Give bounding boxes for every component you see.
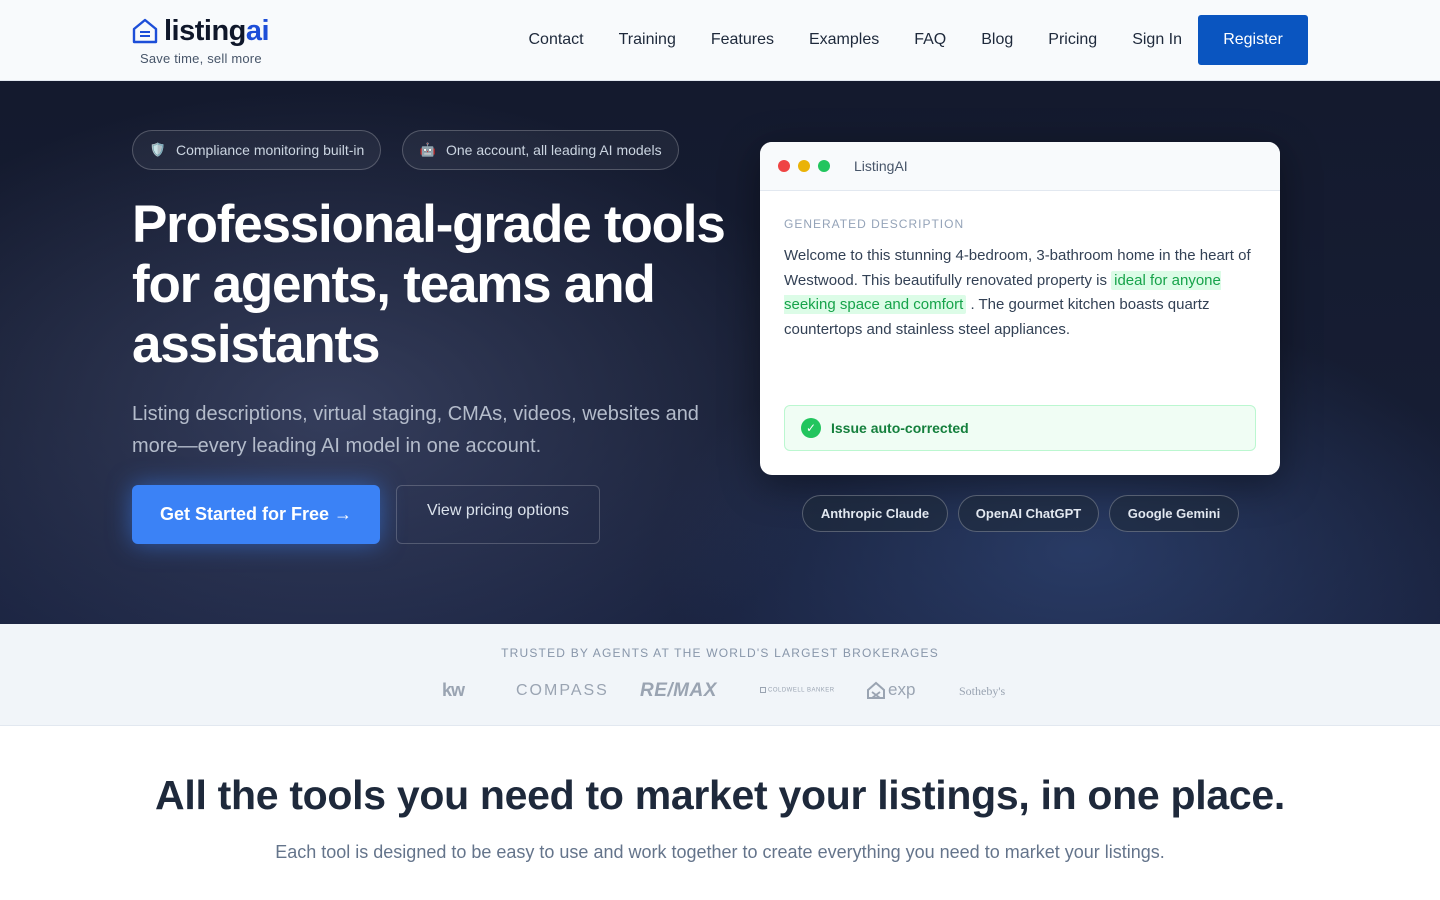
notice-text: Issue auto-corrected xyxy=(831,420,969,436)
ai-models-chip: 🤖 One account, all leading AI models xyxy=(402,130,679,170)
exp-logo: exp xyxy=(866,680,915,700)
generated-description-label: GENERATED DESCRIPTION xyxy=(784,217,965,231)
nav-features[interactable]: Features xyxy=(711,31,774,49)
site-header: listingai Save time, sell more Contact T… xyxy=(0,0,1440,81)
hero-subtitle: Listing descriptions, virtual staging, C… xyxy=(132,403,699,457)
exp-house-icon xyxy=(867,681,885,699)
minimize-dot-icon xyxy=(798,160,810,172)
nav-pricing[interactable]: Pricing xyxy=(1048,31,1097,49)
model-chip-gemini: Google Gemini xyxy=(1109,495,1239,532)
close-dot-icon xyxy=(778,160,790,172)
generated-description-text: Welcome to this stunning 4-bedroom, 3-ba… xyxy=(784,247,1251,338)
model-chip-chatgpt: OpenAI ChatGPT xyxy=(958,495,1099,532)
main-nav: Contact Training Features Examples FAQ B… xyxy=(493,15,1308,65)
maximize-dot-icon xyxy=(818,160,830,172)
hero-section: 🛡️ Compliance monitoring built-in 🤖 One … xyxy=(0,81,1440,624)
tools-section-title: All the tools you need to market your li… xyxy=(155,772,1285,818)
logo-wordmark: listingai xyxy=(164,15,270,47)
view-pricing-button[interactable]: View pricing options xyxy=(396,485,600,544)
window-title: ListingAI xyxy=(854,158,908,174)
kw-logo: kw xyxy=(442,680,465,700)
trusted-by-band: TRUSTED BY AGENTS AT THE WORLD'S LARGEST… xyxy=(0,624,1440,726)
nav-faq[interactable]: FAQ xyxy=(914,31,946,49)
description-preview-card: ListingAI GENERATED DESCRIPTION Welcome … xyxy=(760,142,1280,475)
logo[interactable]: listingai Save time, sell more xyxy=(132,15,292,70)
check-icon: ✓ xyxy=(801,418,821,438)
shield-icon: 🛡️ xyxy=(149,142,167,157)
chip-label: Compliance monitoring built-in xyxy=(176,142,365,158)
register-button[interactable]: Register xyxy=(1198,15,1308,65)
compliance-chip: 🛡️ Compliance monitoring built-in xyxy=(132,130,382,170)
get-started-button[interactable]: Get Started for Free → xyxy=(132,485,380,544)
remax-logo: RE/MAX xyxy=(640,680,717,701)
window-titlebar: ListingAI xyxy=(760,142,1280,191)
nav-contact[interactable]: Contact xyxy=(528,31,583,49)
nav-examples[interactable]: Examples xyxy=(809,31,879,49)
chip-label: One account, all leading AI models xyxy=(446,142,662,158)
robot-icon: 🤖 xyxy=(419,142,437,157)
auto-correct-notice: ✓ Issue auto-corrected xyxy=(784,405,1256,451)
tools-section-subtitle: Each tool is designed to be easy to use … xyxy=(275,842,1165,862)
compass-logo: COMPASS xyxy=(516,682,609,699)
sothebys-logo: Sotheby's xyxy=(959,684,1006,698)
tagline: Save time, sell more xyxy=(140,51,262,66)
nav-training[interactable]: Training xyxy=(619,31,676,49)
nav-blog[interactable]: Blog xyxy=(981,31,1013,49)
model-chip-claude: Anthropic Claude xyxy=(802,495,948,532)
house-icon xyxy=(132,18,158,44)
hero-title: Professional-grade tools for agents, tea… xyxy=(132,195,726,374)
nav-sign-in[interactable]: Sign In xyxy=(1132,31,1182,49)
trusted-by-label: TRUSTED BY AGENTS AT THE WORLD'S LARGEST… xyxy=(501,646,939,660)
coldwell-banker-logo: COLDWELL BANKER xyxy=(760,687,835,694)
